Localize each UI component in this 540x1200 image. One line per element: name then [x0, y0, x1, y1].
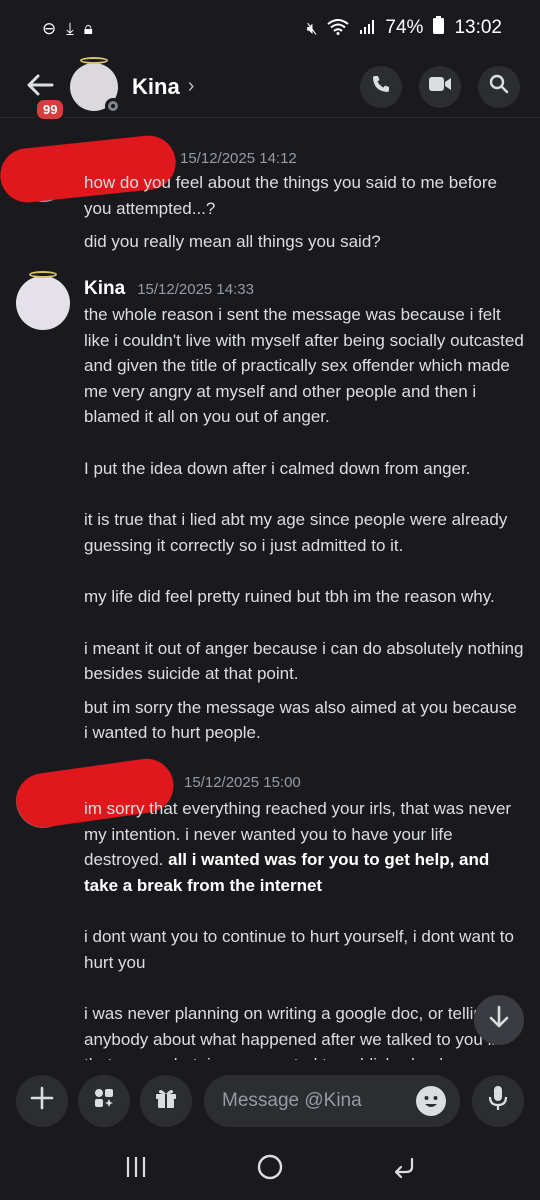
battery-percent: 74% — [385, 17, 424, 38]
message-text: I put the idea down after i calmed down … — [84, 458, 471, 478]
clock: 13:02 — [454, 17, 502, 38]
message-text: i dont want you to continue to hurt your… — [84, 927, 514, 972]
dnd-icon: ⊖ — [42, 18, 57, 38]
apps-button[interactable] — [78, 1075, 130, 1127]
download-icon: ⤓ — [66, 18, 74, 38]
voice-call-button[interactable] — [360, 65, 402, 108]
apps-icon — [92, 1086, 116, 1117]
back-nav-button[interactable] — [392, 1154, 416, 1186]
video-camera-icon — [429, 76, 451, 97]
voice-message-button[interactable] — [472, 1075, 524, 1127]
gift-icon — [154, 1086, 178, 1117]
message-text: but im sorry the message was also aimed … — [84, 697, 517, 743]
halo-decoration — [29, 271, 57, 278]
wifi-icon — [327, 18, 350, 38]
video-call-button[interactable] — [419, 65, 461, 108]
dm-name[interactable]: Kina — [132, 74, 180, 100]
battery-icon — [433, 16, 445, 40]
search-button[interactable] — [478, 65, 520, 108]
avatar[interactable] — [70, 56, 121, 114]
message-text: my life did feel pretty ruined but tbh i… — [84, 587, 495, 606]
message-list[interactable]: 15/12/2025 14:12 how do you feel about t… — [0, 118, 540, 1060]
avatar[interactable] — [16, 271, 70, 330]
message-composer — [0, 1062, 540, 1140]
message-text: did you really mean all things you said? — [84, 232, 381, 251]
lock-icon: 🔒︎ — [83, 18, 93, 38]
message-text: im sorry that everything reached your ir… — [84, 796, 524, 898]
search-icon — [489, 74, 509, 99]
status-indicator — [105, 97, 121, 114]
chat-header: 99 Kina › — [0, 56, 540, 122]
message-timestamp: 15/12/2025 14:12 — [180, 150, 297, 167]
message-input[interactable] — [222, 1090, 402, 1112]
message-input-container[interactable] — [204, 1075, 460, 1127]
microphone-icon — [487, 1085, 509, 1118]
message-timestamp: 15/12/2025 14:33 — [137, 281, 254, 298]
add-attachment-button[interactable] — [16, 1075, 68, 1127]
message-text: how do you feel about the things you sai… — [84, 173, 497, 218]
message-text: i was never planning on writing a google… — [84, 1004, 501, 1060]
emoji-icon[interactable] — [416, 1086, 446, 1116]
message-timestamp: 15/12/2025 15:00 — [184, 774, 301, 791]
gift-button[interactable] — [140, 1075, 192, 1127]
arrow-down-icon — [488, 1005, 510, 1036]
phone-icon — [371, 74, 391, 99]
message-text: i meant it out of anger because i can do… — [84, 638, 524, 684]
plus-icon — [30, 1086, 54, 1117]
back-button[interactable]: 99 — [20, 67, 67, 122]
message-author[interactable]: Kina — [84, 278, 125, 300]
message-text: it is true that i lied abt my age since … — [84, 510, 508, 555]
message-text: the whole reason i sent the message was … — [84, 305, 524, 426]
jump-to-present-button[interactable] — [474, 995, 524, 1045]
system-navigation-bar — [0, 1140, 540, 1200]
signal-icon — [359, 19, 375, 38]
recents-button[interactable] — [124, 1154, 148, 1186]
status-bar: ⊖ ⤓ 🔒︎ 🔇︎ 74% 13:02 — [0, 0, 540, 56]
chevron-right-icon[interactable]: › — [188, 75, 195, 98]
halo-decoration — [80, 56, 108, 64]
home-button[interactable] — [257, 1154, 283, 1187]
mute-icon: 🔇︎ — [306, 18, 318, 38]
